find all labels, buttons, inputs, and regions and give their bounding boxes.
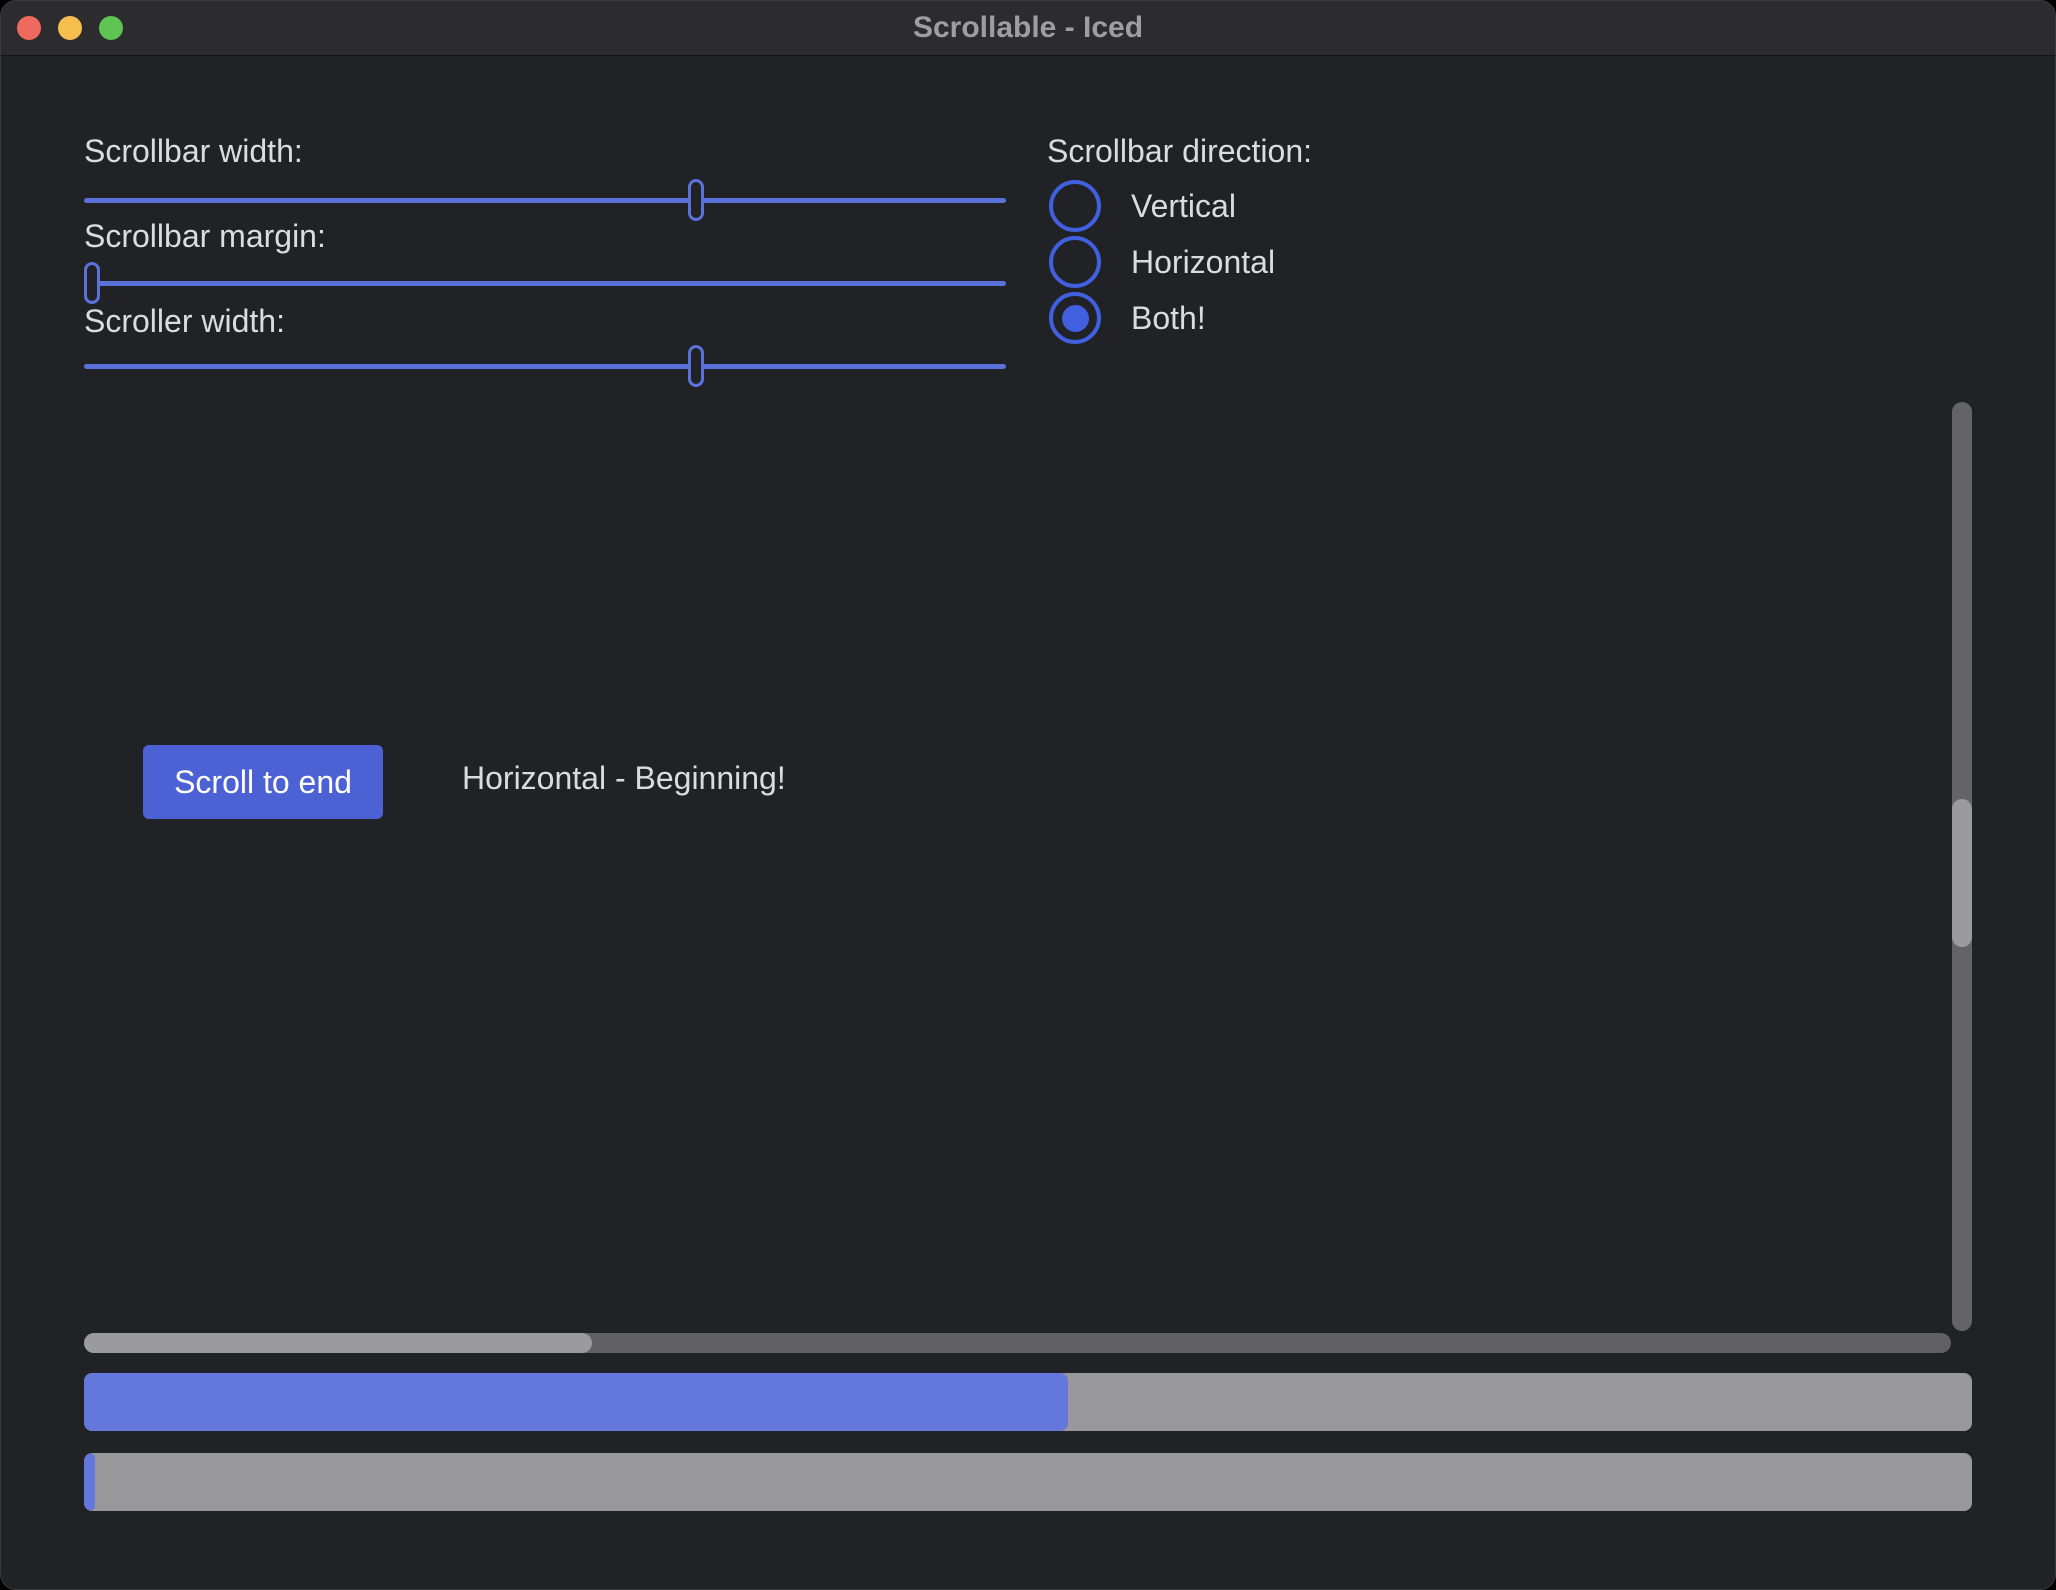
radio-circle-icon[interactable] [1049,236,1101,288]
titlebar: Scrollable - Iced [1,1,2055,56]
radio-dot-icon [1062,305,1089,332]
slider-handle[interactable] [84,262,100,304]
scroller-width-label: Scroller width: [84,303,285,340]
horizontal-scrollbar[interactable] [84,1333,1951,1353]
slider-handle[interactable] [688,179,704,221]
minimize-button-icon[interactable] [58,16,82,40]
progress-fill [84,1453,95,1511]
slider-handle[interactable] [688,345,704,387]
radio-vertical[interactable]: Vertical [1049,178,1236,234]
zoom-button-icon[interactable] [99,16,123,40]
horizontal-scrollbar-thumb[interactable] [84,1333,592,1353]
slider-rail[interactable] [84,281,1006,286]
scrollbar-width-label: Scrollbar width: [84,133,303,170]
slider-rail[interactable] [84,198,1006,203]
scrollbar-width-slider[interactable] [84,177,1006,223]
vertical-scrollbar-thumb[interactable] [1952,799,1972,948]
scrollbar-margin-label: Scrollbar margin: [84,218,326,255]
slider-rail[interactable] [84,364,1006,369]
app-window: Scrollable - Iced Scrollbar width: Scrol… [0,0,2056,1590]
traffic-lights [17,16,123,40]
window-title: Scrollable - Iced [913,11,1143,45]
radio-circle-icon[interactable] [1049,292,1101,344]
radio-both[interactable]: Both! [1049,290,1206,346]
horizontal-progress-bar [84,1453,1972,1511]
scrollbar-margin-slider[interactable] [84,260,1006,306]
scroll-to-end-button[interactable]: Scroll to end [143,745,383,819]
radio-horizontal[interactable]: Horizontal [1049,234,1275,290]
radio-vertical-label: Vertical [1131,188,1236,225]
radio-circle-icon[interactable] [1049,180,1101,232]
scroller-width-slider[interactable] [84,343,1006,389]
radio-both-label: Both! [1131,300,1206,337]
close-button-icon[interactable] [17,16,41,40]
scroll-status-text: Horizontal - Beginning! [462,760,786,797]
vertical-scrollbar[interactable] [1952,402,1972,1331]
radio-horizontal-label: Horizontal [1131,244,1275,281]
vertical-progress-bar [84,1373,1972,1431]
scrollbar-direction-label: Scrollbar direction: [1047,133,1312,170]
progress-fill [84,1373,1068,1431]
